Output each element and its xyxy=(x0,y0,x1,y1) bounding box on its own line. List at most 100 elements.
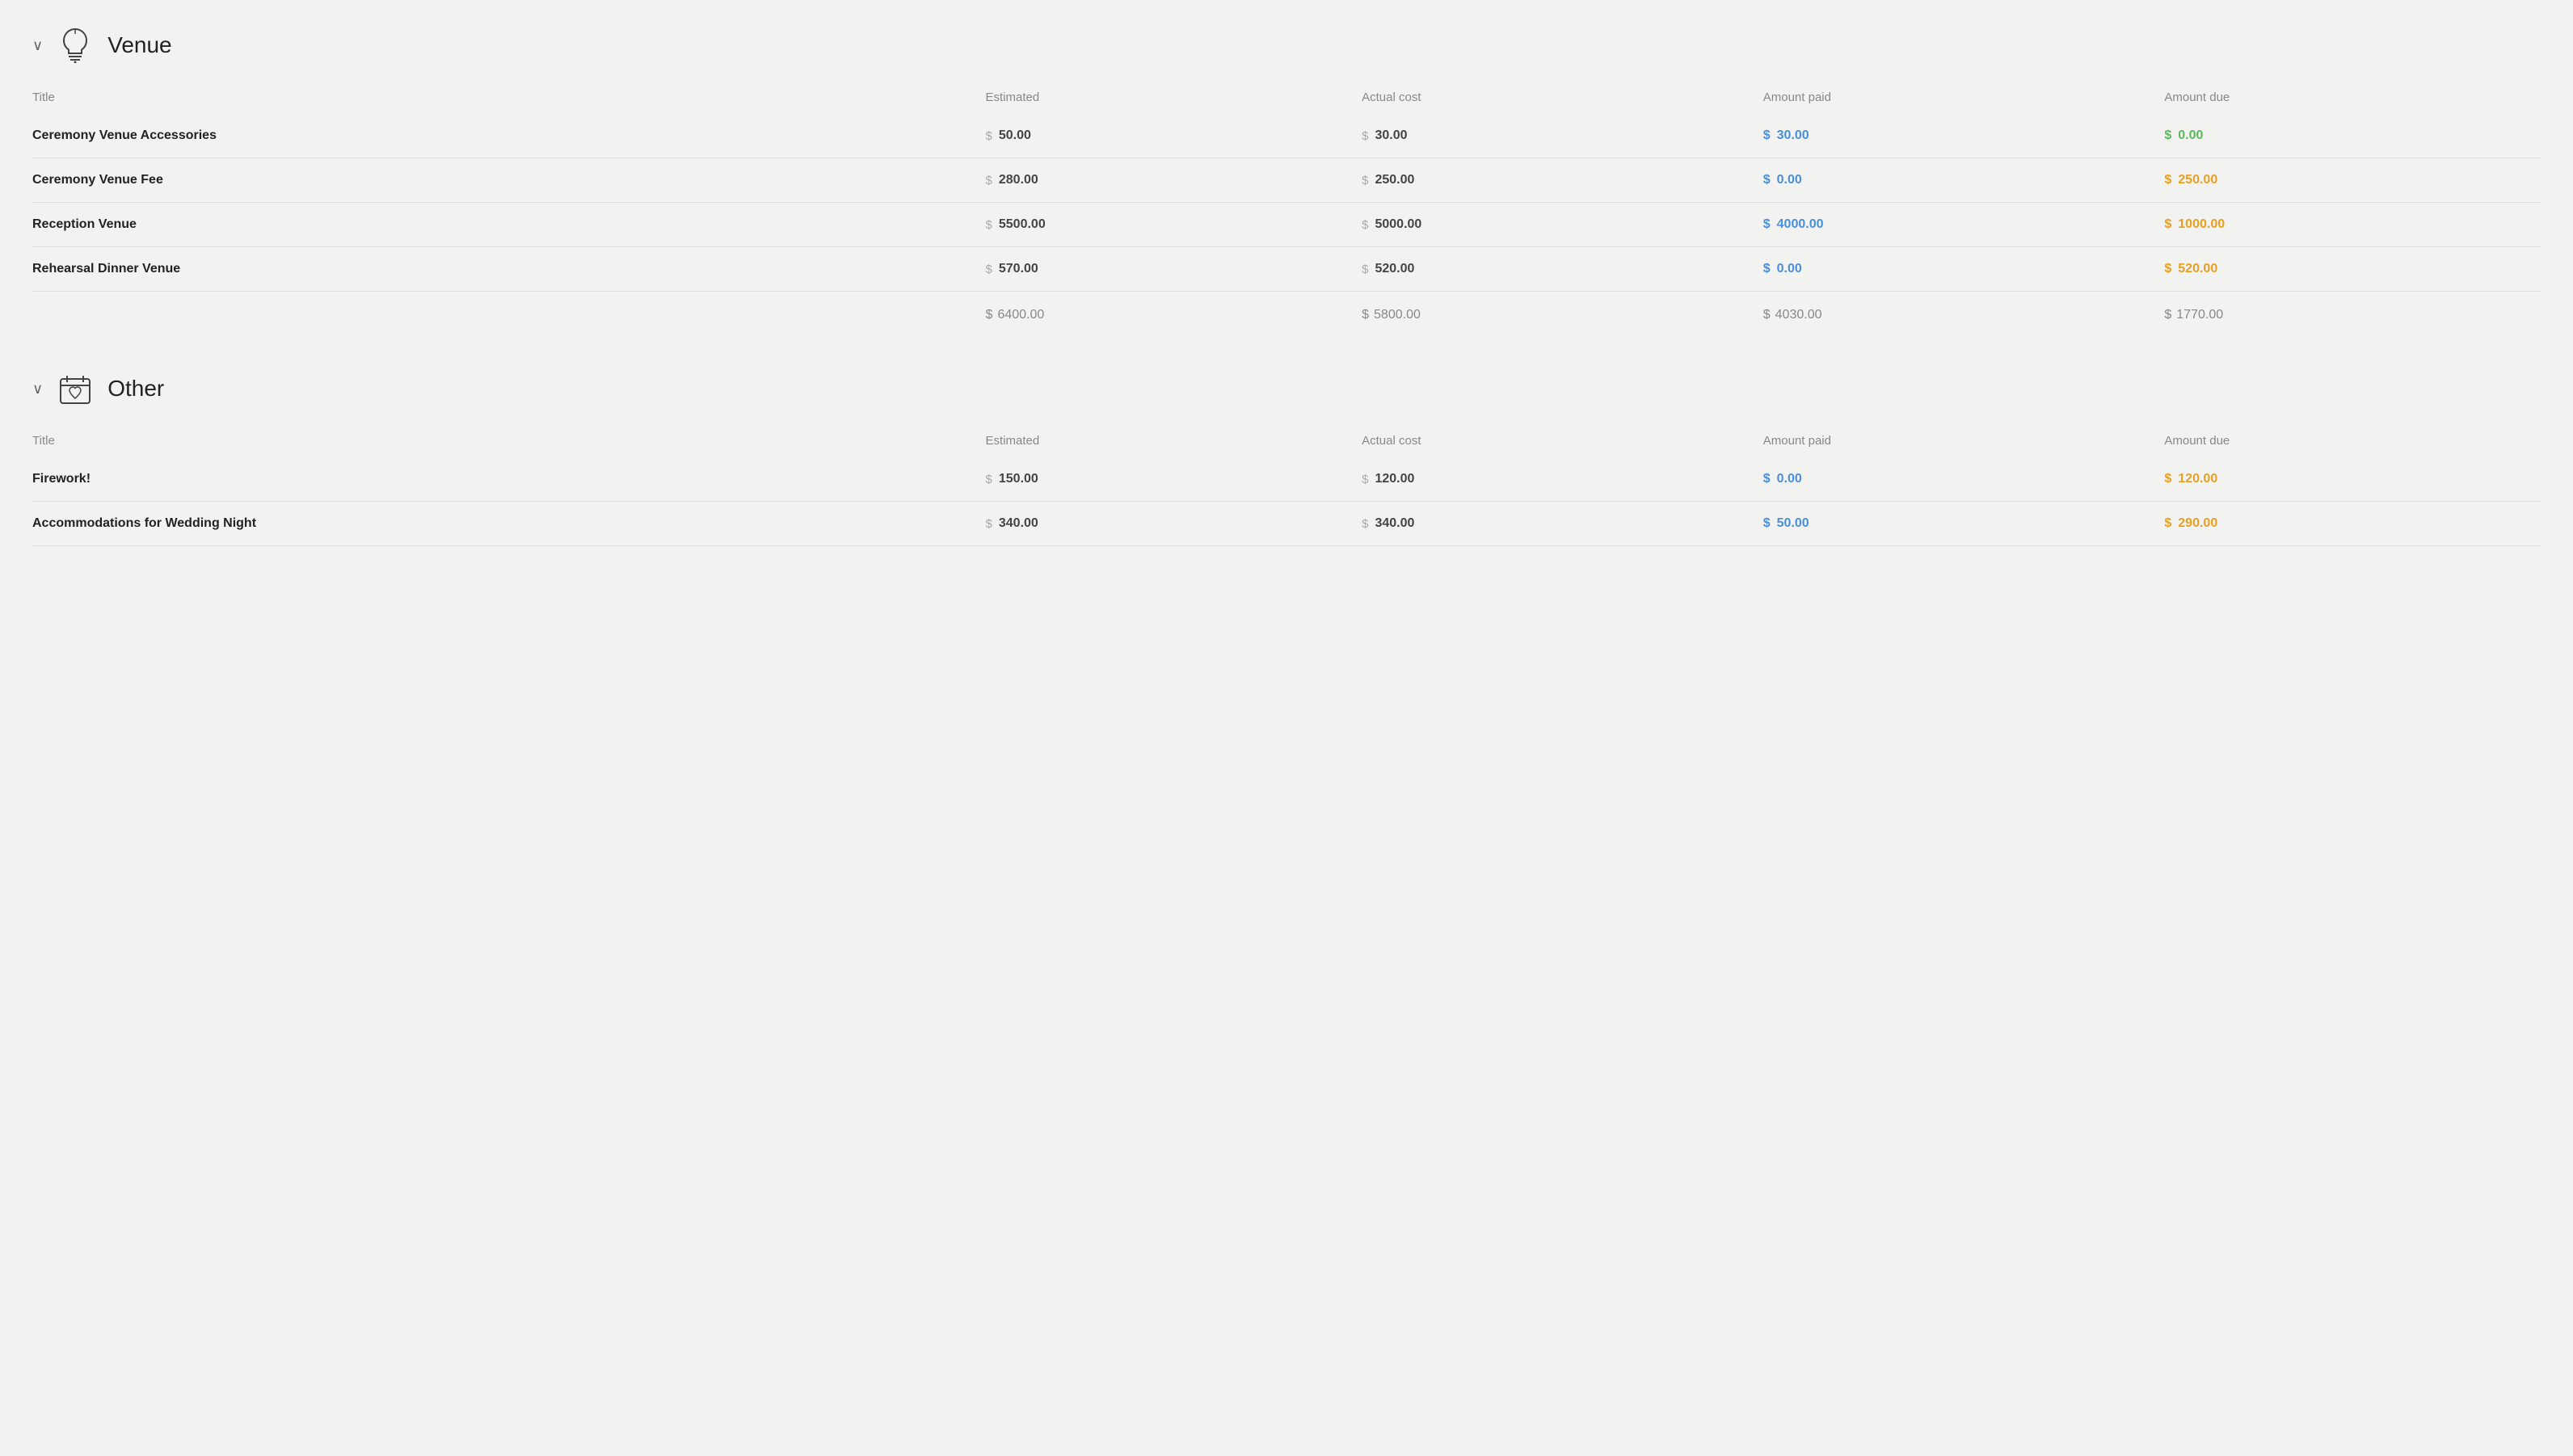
dollar-icon: $ xyxy=(986,263,992,276)
col-header-amount-paid: Amount paid xyxy=(1763,84,2165,114)
estimated-value: 50.00 xyxy=(999,128,1031,143)
actual-value: 340.00 xyxy=(1375,516,1414,531)
table-venue: TitleEstimatedActual costAmount paidAmou… xyxy=(32,84,2541,337)
actual-value: 250.00 xyxy=(1375,173,1414,187)
due-dollar: $ xyxy=(2164,516,2171,531)
col-header-amount-due: Amount due xyxy=(2164,84,2541,114)
dollar-icon: $ xyxy=(986,308,993,322)
row-paid: $30.00 xyxy=(1763,114,2165,158)
row-due: $0.00 xyxy=(2164,114,2541,158)
row-paid: $50.00 xyxy=(1763,502,2165,546)
dollar-icon: $ xyxy=(986,174,992,187)
section-venue: ∨ Venue TitleEstimatedActual costAmount p… xyxy=(32,26,2541,337)
chevron-other[interactable]: ∨ xyxy=(32,381,43,398)
totals-row: $6400.00$5800.00$4030.00$1770.00 xyxy=(32,292,2541,338)
row-due: $120.00 xyxy=(2164,457,2541,502)
row-title[interactable]: Rehearsal Dinner Venue xyxy=(32,247,986,292)
totals-estimated: $6400.00 xyxy=(986,292,1362,338)
col-header-actual-cost: Actual cost xyxy=(1362,427,1763,457)
row-estimated: $280.00 xyxy=(986,158,1362,203)
row-due: $290.00 xyxy=(2164,502,2541,546)
row-title[interactable]: Accommodations for Wedding Night xyxy=(32,502,986,546)
totals-paid-value: 4030.00 xyxy=(1775,308,1822,322)
estimated-value: 570.00 xyxy=(999,262,1038,276)
row-actual: $520.00 xyxy=(1362,247,1763,292)
dollar-icon: $ xyxy=(1362,308,1369,322)
estimated-value: 340.00 xyxy=(999,516,1038,531)
due-value: 1000.00 xyxy=(2178,217,2225,232)
due-value: 250.00 xyxy=(2178,173,2217,187)
paid-dollar: $ xyxy=(1763,128,1771,143)
row-estimated: $150.00 xyxy=(986,457,1362,502)
paid-dollar: $ xyxy=(1763,262,1771,276)
row-actual: $120.00 xyxy=(1362,457,1763,502)
actual-value: 5000.00 xyxy=(1375,217,1421,232)
actual-value: 120.00 xyxy=(1375,472,1414,486)
totals-estimated-value: 6400.00 xyxy=(997,308,1044,322)
row-estimated: $570.00 xyxy=(986,247,1362,292)
dollar-icon: $ xyxy=(2164,308,2171,322)
dollar-icon: $ xyxy=(986,473,992,486)
dollar-icon: $ xyxy=(1362,174,1368,187)
paid-dollar: $ xyxy=(1763,217,1771,232)
paid-value: 50.00 xyxy=(1777,516,1809,531)
col-header-title: Title xyxy=(32,427,986,457)
table-other: TitleEstimatedActual costAmount paidAmou… xyxy=(32,427,2541,546)
col-header-actual-cost: Actual cost xyxy=(1362,84,1763,114)
row-actual: $340.00 xyxy=(1362,502,1763,546)
due-dollar: $ xyxy=(2164,472,2171,486)
row-paid: $4000.00 xyxy=(1763,203,2165,247)
paid-dollar: $ xyxy=(1763,472,1771,486)
estimated-value: 280.00 xyxy=(999,173,1038,187)
section-title-other: Other xyxy=(107,376,164,402)
section-other: ∨ Other TitleEstimatedActual costAmount p… xyxy=(32,369,2541,546)
paid-value: 0.00 xyxy=(1777,262,1802,276)
dollar-icon: $ xyxy=(1763,308,1771,322)
col-header-title: Title xyxy=(32,84,986,114)
col-header-amount-paid: Amount paid xyxy=(1763,427,2165,457)
row-title[interactable]: Ceremony Venue Accessories xyxy=(32,114,986,158)
row-paid: $0.00 xyxy=(1763,158,2165,203)
chevron-venue[interactable]: ∨ xyxy=(32,37,43,54)
paid-value: 30.00 xyxy=(1777,128,1809,143)
paid-value: 0.00 xyxy=(1777,472,1802,486)
row-paid: $0.00 xyxy=(1763,247,2165,292)
row-actual: $250.00 xyxy=(1362,158,1763,203)
dollar-icon: $ xyxy=(986,517,992,531)
col-header-estimated: Estimated xyxy=(986,427,1362,457)
col-header-amount-due: Amount due xyxy=(2164,427,2541,457)
due-dollar: $ xyxy=(2164,217,2171,232)
paid-value: 0.00 xyxy=(1777,173,1802,187)
due-value: 520.00 xyxy=(2178,262,2217,276)
dollar-icon: $ xyxy=(1362,263,1368,276)
row-actual: $5000.00 xyxy=(1362,203,1763,247)
dollar-icon: $ xyxy=(1362,218,1368,232)
estimated-value: 5500.00 xyxy=(999,217,1046,232)
table-row: Rehearsal Dinner Venue$570.00$520.00$0.0… xyxy=(32,247,2541,292)
due-value: 0.00 xyxy=(2178,128,2203,143)
section-title-venue: Venue xyxy=(107,32,171,58)
col-header-estimated: Estimated xyxy=(986,84,1362,114)
totals-label xyxy=(32,292,986,338)
dollar-icon: $ xyxy=(1362,517,1368,531)
due-value: 290.00 xyxy=(2178,516,2217,531)
actual-value: 30.00 xyxy=(1375,128,1407,143)
row-paid: $0.00 xyxy=(1763,457,2165,502)
totals-due-value: 1770.00 xyxy=(2176,308,2223,322)
paid-dollar: $ xyxy=(1763,173,1771,187)
table-row: Accommodations for Wedding Night$340.00$… xyxy=(32,502,2541,546)
row-title[interactable]: Ceremony Venue Fee xyxy=(32,158,986,203)
row-title[interactable]: Firework! xyxy=(32,457,986,502)
table-row: Ceremony Venue Fee$280.00$250.00$0.00$25… xyxy=(32,158,2541,203)
estimated-value: 150.00 xyxy=(999,472,1038,486)
totals-actual-value: 5800.00 xyxy=(1374,308,1421,322)
totals-due: $1770.00 xyxy=(2164,292,2541,338)
row-estimated: $5500.00 xyxy=(986,203,1362,247)
dollar-icon: $ xyxy=(1362,129,1368,143)
paid-value: 4000.00 xyxy=(1777,217,1824,232)
heart-icon xyxy=(56,369,95,408)
due-value: 120.00 xyxy=(2178,472,2217,486)
row-title[interactable]: Reception Venue xyxy=(32,203,986,247)
dollar-icon: $ xyxy=(1362,473,1368,486)
table-row: Reception Venue$5500.00$5000.00$4000.00$… xyxy=(32,203,2541,247)
